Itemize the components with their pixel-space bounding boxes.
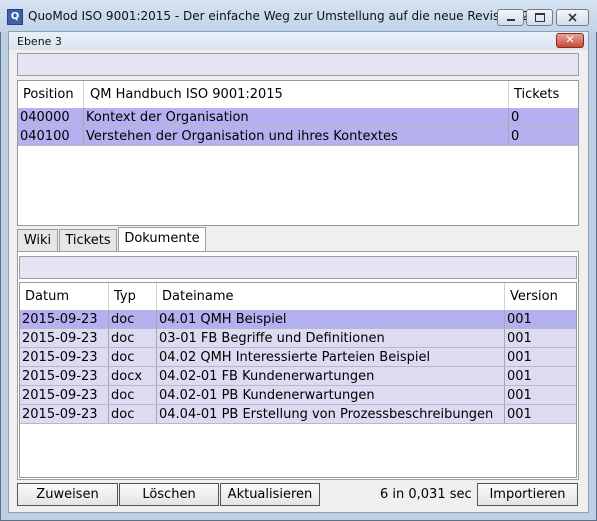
window-close-button[interactable] [556,9,589,26]
title-cell: Kontext der Organisation [84,108,509,127]
version-cell: 001 [505,386,576,405]
tab-label: Wiki [23,233,52,248]
maximize-button[interactable] [526,9,553,26]
table-row[interactable]: 040000 Kontext der Organisation 0 [18,108,578,127]
top-filter-bar[interactable] [17,53,579,76]
filename-cell: 04.04-01 PB Erstellung von Prozessbeschr… [157,405,505,424]
table-row[interactable]: 040100 Verstehen der Organisation und ih… [18,127,578,146]
filename-cell: 04.02 QMH Interessierte Parteien Beispie… [157,348,505,367]
version-cell: 001 [505,367,576,386]
date-cell: 2015-09-23 [20,348,109,367]
date-cell: 2015-09-23 [20,329,109,348]
table-row[interactable]: 2015-09-23 doc 03-01 FB Begriffe und Def… [20,329,576,348]
column-header-filename[interactable]: Dateiname [157,283,505,311]
maximize-icon [534,12,545,22]
table-row[interactable]: 2015-09-23 docx 04.02-01 FB Kundenerwart… [20,367,576,386]
table-row[interactable]: 2015-09-23 doc 04.02-01 PB Kundenerwartu… [20,386,576,405]
column-header-tickets[interactable]: Tickets [509,81,578,109]
documents-table: Datum Typ Dateiname Version 2015-09-23 d… [19,282,577,478]
tickets-cell: 0 [509,127,578,146]
tab-label: Dokumente [124,231,200,246]
version-cell: 001 [505,348,576,367]
refresh-button[interactable]: Aktualisieren [220,483,320,506]
version-cell: 001 [505,310,576,329]
window-title: QuoMod ISO 9001:2015 - Der einfache Weg … [28,9,552,23]
import-button[interactable]: Importieren [477,483,578,506]
column-header-handbook[interactable]: QM Handbuch ISO 9001:2015 [84,81,509,109]
date-cell: 2015-09-23 [20,310,109,329]
status-text: 6 in 0,031 sec [380,487,472,502]
tickets-cell: 0 [509,108,578,127]
type-cell: doc [109,329,157,348]
tab-tickets[interactable]: Tickets [59,229,117,251]
tab-wiki[interactable]: Wiki [17,229,58,251]
tab-dokumente[interactable]: Dokumente [118,227,206,251]
column-header-position[interactable]: Position [18,81,84,109]
close-icon: ✕ [565,33,575,46]
column-header-version[interactable]: Version [505,283,576,311]
filename-cell: 03-01 FB Begriffe und Definitionen [157,329,505,348]
title-cell: Verstehen der Organisation und ihres Kon… [84,127,509,146]
date-cell: 2015-09-23 [20,386,109,405]
type-cell: doc [109,348,157,367]
tab-label: Tickets [65,233,111,248]
filename-cell: 04.02-01 FB Kundenerwartungen [157,367,505,386]
table-row[interactable]: 2015-09-23 doc 04.04-01 PB Erstellung vo… [20,405,576,424]
minimize-button[interactable] [497,9,524,26]
version-cell: 001 [505,329,576,348]
filename-cell: 04.02-01 PB Kundenerwartungen [157,386,505,405]
position-cell: 040000 [18,108,84,127]
position-cell: 040100 [18,127,84,146]
assign-button[interactable]: Zuweisen [17,483,118,506]
inner-window-title: Ebene 3 [17,35,62,48]
table-row[interactable]: 2015-09-23 doc 04.02 QMH Interessierte P… [20,348,576,367]
type-cell: doc [109,386,157,405]
date-cell: 2015-09-23 [20,405,109,424]
position-table: Position QM Handbuch ISO 9001:2015 Ticke… [17,80,579,226]
type-cell: doc [109,405,157,424]
minimize-icon [506,18,515,21]
inner-close-button[interactable]: ✕ [556,33,584,48]
type-cell: doc [109,310,157,329]
type-cell: docx [109,367,157,386]
table-row[interactable]: 2015-09-23 doc 04.01 QMH Beispiel 001 [20,310,576,329]
inner-title-bar[interactable] [9,32,588,50]
app-logo-icon: Q [7,9,23,25]
close-icon [568,13,577,22]
column-header-type[interactable]: Typ [109,283,157,311]
version-cell: 001 [505,405,576,424]
filename-cell: 04.01 QMH Beispiel [157,310,505,329]
column-header-date[interactable]: Datum [20,283,109,311]
date-cell: 2015-09-23 [20,367,109,386]
documents-filter-bar[interactable] [19,256,577,279]
delete-button[interactable]: Löschen [119,483,219,506]
